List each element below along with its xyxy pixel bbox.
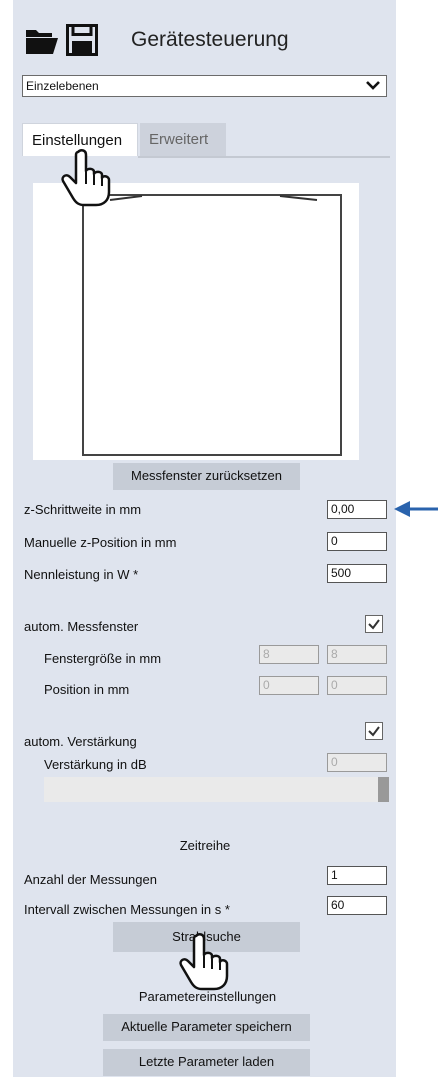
window-size-x-field[interactable]: 8: [259, 645, 319, 664]
measurement-window-frame[interactable]: [82, 194, 342, 456]
save-parameters-button[interactable]: Aktuelle Parameter speichern: [103, 1014, 310, 1041]
z-position-label: Manuelle z-Position in mm: [24, 535, 177, 550]
gain-field[interactable]: 0: [327, 753, 387, 772]
gain-label: Verstärkung in dB: [44, 757, 147, 772]
checkmark-icon: [368, 726, 380, 737]
z-step-label: z-Schrittweite in mm: [24, 502, 142, 517]
power-label: Nennleistung in W *: [24, 567, 139, 582]
hand-cursor-icon: [179, 933, 229, 991]
tab-divider: [138, 156, 390, 158]
mode-select-value: Einzelebenen: [26, 79, 99, 93]
auto-window-label: autom. Messfenster: [24, 619, 139, 634]
checkmark-icon: [368, 619, 380, 630]
auto-gain-label: autom. Verstärkung: [24, 734, 137, 749]
gain-slider-thumb[interactable]: [378, 777, 389, 802]
window-position-label: Position in mm: [44, 682, 130, 697]
hand-cursor-icon: [61, 149, 111, 207]
window-size-y-field[interactable]: 8: [327, 645, 387, 664]
measurement-count-label: Anzahl der Messungen: [24, 872, 157, 887]
time-series-heading: Zeitreihe: [179, 838, 231, 853]
arrow-left-icon: [394, 501, 438, 517]
mode-select[interactable]: Einzelebenen: [22, 75, 387, 97]
frame-handles: [109, 195, 318, 201]
window-position-x-field[interactable]: 0: [259, 676, 319, 695]
window-size-label: Fenstergröße in mm: [44, 651, 162, 666]
power-field[interactable]: 500: [327, 564, 387, 583]
interval-field[interactable]: 60: [327, 896, 387, 915]
z-step-field[interactable]: 0,00: [327, 500, 387, 519]
tab-erweitert[interactable]: Erweitert: [140, 123, 226, 156]
save-icon[interactable]: [66, 24, 98, 56]
auto-gain-checkbox[interactable]: [365, 722, 383, 740]
interval-label: Intervall zwischen Messungen in s *: [24, 902, 230, 917]
reset-window-button[interactable]: Messfenster zurücksetzen: [113, 463, 300, 490]
gain-slider[interactable]: [44, 777, 389, 802]
measurement-count-field[interactable]: 1: [327, 866, 387, 885]
chevron-down-icon: [366, 81, 380, 90]
auto-window-checkbox[interactable]: [365, 615, 383, 633]
tab-erweitert-label: Erweitert: [149, 131, 209, 148]
load-parameters-button[interactable]: Letzte Parameter laden: [103, 1049, 310, 1076]
panel-title: Gerätesteuerung: [131, 28, 289, 51]
z-position-field[interactable]: 0: [327, 532, 387, 551]
window-position-y-field[interactable]: 0: [327, 676, 387, 695]
folder-icon[interactable]: [24, 24, 60, 56]
tab-einstellungen-label: Einstellungen: [32, 132, 123, 149]
